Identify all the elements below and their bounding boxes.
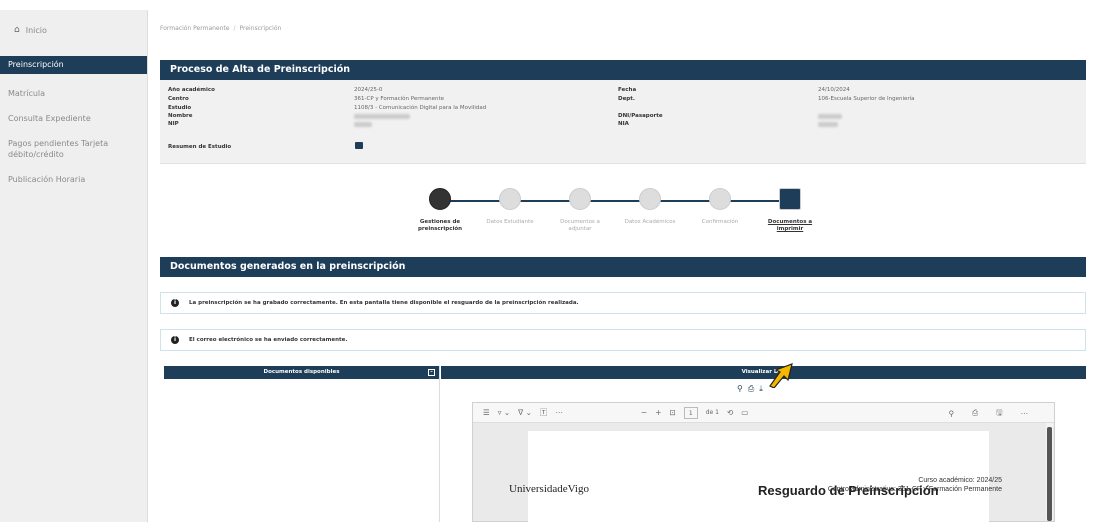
info-icon: i — [171, 335, 179, 344]
filter-icon[interactable]: ▿ ⌄ — [498, 408, 510, 417]
sidebar-toggle-icon[interactable]: ▭ — [741, 408, 748, 417]
doc-course: Curso académico: 2024/25 — [918, 477, 1002, 484]
value-dni-redacted — [818, 114, 842, 119]
label-dept: Dept. — [618, 96, 635, 102]
step-dot — [569, 188, 591, 210]
zoom-in-icon[interactable]: + — [655, 408, 661, 417]
documents-available-panel: Documentos disponibles – — [164, 366, 440, 522]
page-number-input[interactable]: 1 — [683, 406, 698, 419]
sidebar: ⌂ Inicio Preinscripción Matrícula Consul… — [0, 10, 148, 522]
value-fecha: 24/10/2024 — [818, 87, 850, 93]
process-title: Proceso de Alta de Preinscripción — [160, 60, 1086, 80]
step-confirmacion[interactable]: Confirmación — [690, 188, 750, 226]
step-datos-academicos[interactable]: Datos Académicos — [620, 188, 680, 226]
alert-text-1: La preinscripción se ha grabado correcta… — [189, 300, 579, 306]
breadcrumb-separator: / — [233, 25, 236, 32]
stepper: Gestiones de preinscripción Datos Estudi… — [410, 188, 850, 268]
step-dot-done — [429, 188, 451, 210]
viewer-tools: ⚲ ⎙ ⤓ — [737, 384, 763, 394]
more-icon[interactable]: ⋯ — [555, 408, 563, 417]
step-label-datos-estudiante: Datos Estudiante — [486, 219, 534, 225]
alert-text-2: El correo electrónico se ha enviado corr… — [189, 337, 348, 343]
process-section: Proceso de Alta de Preinscripción — [160, 60, 1086, 80]
label-dni: DNI/Pasaporte — [618, 113, 663, 119]
documents-available-title: Documentos disponibles — [263, 369, 340, 375]
sidebar-item-preinscripcion[interactable]: Preinscripción — [0, 56, 147, 74]
value-centro: 361-CP y Formación Permanente — [354, 96, 445, 102]
document-viewer-header: Visualizar Doc — [441, 366, 1086, 379]
step-dot — [709, 188, 731, 210]
breadcrumb: Formación Permanente / Preinscripción — [160, 25, 281, 32]
pdf-print-icon[interactable]: ⎙ — [972, 408, 978, 418]
folder-icon[interactable] — [355, 142, 363, 149]
draw-icon[interactable]: ∇ ⌄ — [518, 408, 532, 417]
info-icon: i — [171, 298, 179, 307]
save-icon[interactable]: 🖫 — [996, 407, 1002, 420]
value-anio: 2024/25-0 — [354, 87, 383, 93]
label-centro: Centro — [168, 96, 189, 102]
step-dot — [639, 188, 661, 210]
pdf-viewer[interactable]: ☰ ▿ ⌄ ∇ ⌄ 🅃 ⋯ − + ⊡ 1 de 1 ⟲ ▭ ⚲ ⎙ 🖫 ⋯ R… — [472, 402, 1055, 523]
pdf-toolbar-right: ⚲ ⎙ 🖫 ⋯ — [939, 403, 1036, 423]
label-nia: NIA — [618, 121, 629, 127]
pdf-toolbar: ☰ ▿ ⌄ ∇ ⌄ 🅃 ⋯ − + ⊡ 1 de 1 ⟲ ▭ ⚲ ⎙ 🖫 ⋯ — [473, 403, 1054, 423]
breadcrumb-item-preinscripcion: Preinscripción — [239, 25, 282, 32]
step-documentos-imprimir[interactable]: Documentos a imprimir — [760, 188, 820, 233]
download-icon[interactable]: ⤓ — [759, 384, 763, 394]
sidebar-item-matricula[interactable]: Matrícula — [0, 88, 147, 99]
documents-section: Documentos generados en la preinscripció… — [160, 257, 1086, 277]
sidebar-item-publicacion-horaria[interactable]: Publicación Horaria — [0, 174, 147, 185]
step-label-confirmacion: Confirmación — [701, 219, 739, 225]
value-dept: 106-Escuela Superior de Ingeniería — [818, 96, 915, 102]
pdf-more-icon[interactable]: ⋯ — [1021, 409, 1029, 418]
label-fecha: Fecha — [618, 87, 637, 93]
process-info-box: Año académico 2024/25-0 Fecha 24/10/2024… — [160, 80, 1086, 164]
page-total: de 1 — [705, 409, 719, 416]
step-dot-current — [779, 188, 801, 210]
rotate-icon[interactable]: ⟲ — [727, 408, 733, 417]
text-icon[interactable]: 🅃 — [540, 407, 548, 418]
zoom-out-icon[interactable]: − — [641, 408, 647, 417]
sidebar-item-consulta-expediente[interactable]: Consulta Expediente — [0, 113, 147, 124]
university-logo: UniversidadeVigo — [509, 483, 589, 495]
pdf-search-icon[interactable]: ⚲ — [949, 409, 955, 418]
sidebar-item-pagos-pendientes[interactable]: Pagos pendientes Tarjeta débito/crédito — [0, 138, 147, 160]
top-bar — [0, 0, 1113, 10]
home-icon: ⌂ — [14, 25, 20, 35]
pointer-arrow-icon — [769, 363, 793, 388]
step-gestiones[interactable]: Gestiones de preinscripción — [410, 188, 470, 233]
documents-available-header: Documentos disponibles – — [164, 366, 439, 379]
alert-preinscripcion-grabada: i La preinscripción se ha grabado correct… — [160, 292, 1086, 314]
value-nombre-redacted — [354, 114, 410, 119]
step-label-gestiones: Gestiones de preinscripción — [417, 219, 463, 232]
label-anio: Año académico — [168, 87, 215, 93]
step-label-datos-academicos: Datos Académicos — [624, 219, 676, 225]
value-nip-redacted — [354, 122, 372, 127]
scrollbar-thumb[interactable] — [1047, 427, 1052, 521]
sidebar-home[interactable]: ⌂ Inicio — [0, 10, 147, 50]
label-estudio: Estudio — [168, 105, 192, 111]
label-resumen: Resumen de Estudio — [168, 144, 232, 150]
fit-page-icon[interactable]: ⊡ — [669, 408, 675, 417]
list-icon[interactable]: ☰ — [483, 408, 490, 417]
step-label-documentos-adjuntar: Documentos a adjuntar — [560, 219, 600, 232]
sidebar-home-label: Inicio — [25, 25, 47, 35]
label-nip: NIP — [168, 121, 179, 127]
alert-correo-enviado: i El correo electrónico se ha enviado cor… — [160, 329, 1086, 351]
collapse-icon[interactable]: – — [428, 369, 435, 376]
breadcrumb-item-formacion[interactable]: Formación Permanente — [160, 25, 229, 32]
documents-title: Documentos generados en la preinscripció… — [160, 257, 1086, 277]
value-nia-redacted — [818, 122, 838, 127]
doc-centro: Centro administrativo: 361-CP y Formació… — [827, 486, 1002, 493]
step-datos-estudiante[interactable]: Datos Estudiante — [480, 188, 540, 226]
search-icon[interactable]: ⚲ — [737, 384, 743, 394]
step-dot — [499, 188, 521, 210]
step-label-documentos-imprimir: Documentos a imprimir — [767, 219, 813, 232]
print-icon[interactable]: ⎙ — [748, 384, 754, 394]
step-documentos-adjuntar[interactable]: Documentos a adjuntar — [550, 188, 610, 233]
pdf-scrollbar[interactable] — [1046, 423, 1053, 521]
label-nombre: Nombre — [168, 113, 193, 119]
value-estudio: 1108/3 - Comunicación Digital para la Mo… — [354, 105, 487, 111]
